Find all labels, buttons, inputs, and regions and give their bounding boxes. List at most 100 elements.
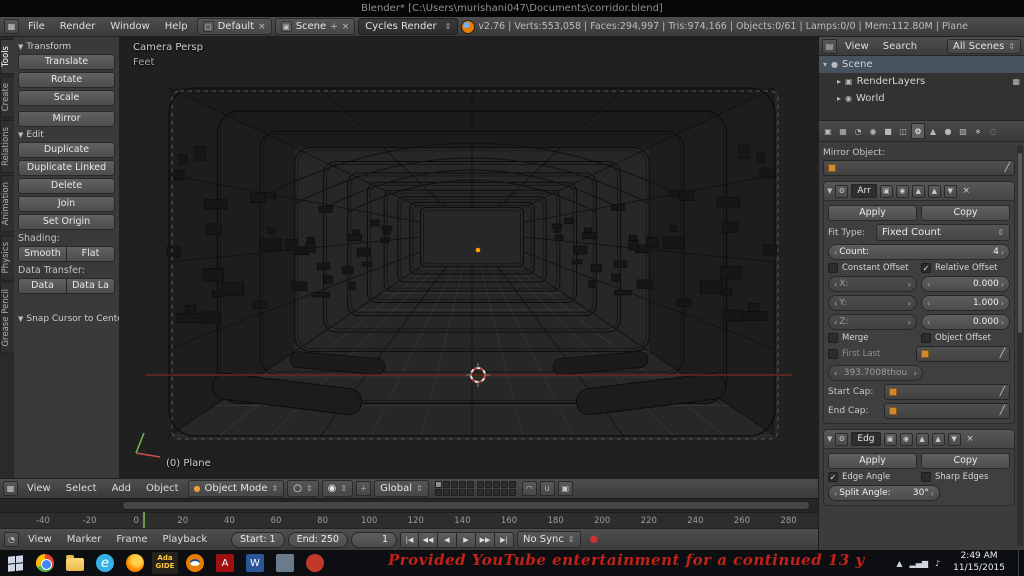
editor-type-icon[interactable]: ◔ [4, 532, 19, 547]
properties-scrollbar[interactable] [1017, 145, 1023, 546]
tab-renderlayers-icon[interactable]: ▦ [836, 123, 850, 139]
scale-button[interactable]: Scale [18, 90, 115, 106]
menu-select[interactable]: Select [60, 483, 103, 494]
timeline-ruler[interactable]: -40-200204060801001201401601802002202402… [0, 512, 818, 528]
viewport-visibility-icon[interactable]: ◉ [900, 433, 913, 446]
expand-triangle-icon[interactable]: ▸ [837, 94, 841, 103]
outliner-display-select[interactable]: All Scenes ⇕ [947, 39, 1021, 54]
tab-animation[interactable]: Animation [0, 175, 14, 232]
set-origin-select[interactable]: Set Origin [18, 214, 115, 230]
menu-help[interactable]: Help [159, 21, 194, 32]
layer-toggle[interactable] [451, 481, 458, 488]
merge-checkbox[interactable]: Merge [828, 333, 917, 343]
current-frame-indicator[interactable] [143, 512, 145, 528]
count-field[interactable]: ‹ Count: 4 › [828, 244, 1010, 260]
split-angle-field[interactable]: ‹ Split Angle: 30° › [828, 485, 940, 501]
mirror-button[interactable]: Mirror [18, 111, 115, 127]
rotate-button[interactable]: Rotate [18, 72, 115, 88]
apply-button[interactable]: Apply [828, 453, 917, 469]
tab-physics-icon[interactable]: ◌ [986, 123, 1000, 139]
translate-button[interactable]: Translate [18, 54, 115, 70]
tray-expand-icon[interactable]: ▲ [896, 559, 902, 568]
menu-search[interactable]: Search [877, 41, 923, 52]
duplicate-linked-button[interactable]: Duplicate Linked [18, 160, 115, 176]
file-explorer-icon[interactable] [62, 552, 88, 574]
frame-start-field[interactable]: Start: 1 [231, 532, 284, 548]
sync-select[interactable]: No Sync ⇕ [517, 531, 581, 548]
word-icon[interactable]: W [242, 552, 268, 574]
tab-texture-icon[interactable]: ▨ [956, 123, 970, 139]
snap-panel-header[interactable]: ▼ Snap Cursor to Center [18, 314, 115, 324]
app-icon-2[interactable] [302, 552, 328, 574]
snap-magnet-icon[interactable]: ∪ [540, 481, 555, 496]
outliner-row-world[interactable]: ▸ ◉ World [819, 90, 1024, 107]
prev-keyframe-button[interactable]: ◀◀ [419, 532, 438, 548]
modifier-name-field[interactable]: Arr [851, 184, 876, 198]
menu-view[interactable]: View [22, 534, 58, 545]
relative-y-field[interactable]: ‹1.000› [921, 295, 1010, 311]
flat-button[interactable]: Flat [67, 246, 115, 262]
end-cap-field[interactable]: ╱ [884, 403, 1010, 419]
blender-icon[interactable] [182, 552, 208, 574]
tab-render-icon[interactable]: ▣ [821, 123, 835, 139]
current-frame-field[interactable]: 1 [351, 532, 397, 548]
relative-x-field[interactable]: ‹0.000› [921, 276, 1010, 292]
render-engine-select[interactable]: Cycles Render ⇕ [358, 18, 458, 35]
render-toggle-icon[interactable]: ▦ [1012, 77, 1020, 86]
tab-object-icon[interactable]: ■ [881, 123, 895, 139]
expand-triangle-icon[interactable]: ▸ [837, 77, 841, 86]
viewport-visibility-icon[interactable]: ◉ [896, 185, 909, 198]
tab-modifiers-icon[interactable]: ⚙ [911, 123, 925, 139]
layer-toggle[interactable] [459, 481, 466, 488]
next-keyframe-button[interactable]: ▶▶ [476, 532, 495, 548]
network-icon[interactable]: ▂▄▆ [910, 559, 928, 568]
copy-button[interactable]: Copy [921, 453, 1010, 469]
menu-view[interactable]: View [839, 41, 875, 52]
edge-angle-checkbox[interactable]: ✓ Edge Angle [828, 472, 917, 482]
tab-physics[interactable]: Physics [0, 235, 14, 280]
jump-start-button[interactable]: |◀ [400, 532, 419, 548]
add-icon[interactable]: + [330, 22, 338, 32]
layer-toggle[interactable] [501, 481, 508, 488]
apply-button[interactable]: Apply [828, 205, 917, 221]
tab-scene-icon[interactable]: ◔ [851, 123, 865, 139]
tab-world-icon[interactable]: ◉ [866, 123, 880, 139]
chrome-icon[interactable] [32, 552, 58, 574]
edgesplit-modifier-header[interactable]: ▼ ⚙ Edg ▣ ◉ ▲ ▲ ▼ × [824, 430, 1014, 449]
menu-file[interactable]: File [22, 21, 51, 32]
app-icon-1[interactable] [272, 552, 298, 574]
tab-relations[interactable]: Relations [0, 120, 14, 173]
tab-grease-pencil[interactable]: Grease Pencil [0, 282, 14, 354]
viewport-hscrollbar[interactable] [0, 498, 818, 512]
screen-layout-selector[interactable]: ▢ Default × [197, 18, 272, 35]
frame-end-field[interactable]: End: 250 [288, 532, 348, 548]
scene-selector[interactable]: ▣ Scene + × [275, 18, 356, 35]
layer-toggle[interactable] [501, 489, 508, 496]
manipulator-translate-icon[interactable]: + [356, 481, 371, 496]
render-visibility-icon[interactable]: ▣ [884, 433, 897, 446]
menu-frame[interactable]: Frame [110, 534, 153, 545]
fit-type-select[interactable]: Fixed Count ⇕ [876, 224, 1010, 241]
play-button[interactable]: ▶ [457, 532, 476, 548]
mirror-object-field[interactable]: ╱ [823, 160, 1015, 176]
lock-icon[interactable]: ◠ [522, 481, 537, 496]
eyedropper-icon[interactable]: ╱ [1000, 387, 1005, 397]
duplicate-button[interactable]: Duplicate [18, 142, 115, 158]
layer-toggle[interactable] [451, 489, 458, 496]
render-opengl-icon[interactable]: ▣ [558, 481, 573, 496]
edit-panel-header[interactable]: ▼ Edit [18, 130, 115, 140]
close-icon[interactable]: × [960, 185, 973, 198]
layer-toggle[interactable] [477, 489, 484, 496]
layer-toggle[interactable] [493, 489, 500, 496]
pivot-select[interactable]: ◉ ⇕ [322, 480, 353, 497]
eyedropper-icon[interactable]: ╱ [1000, 406, 1005, 416]
data-layout-button[interactable]: Data La [67, 278, 115, 294]
layer-toggle[interactable] [509, 489, 516, 496]
outliner-row-scene[interactable]: ▾ ● Scene [819, 56, 1024, 73]
constant-offset-checkbox[interactable]: Constant Offset [828, 263, 917, 273]
layer-toggle[interactable] [467, 489, 474, 496]
layer-toggle[interactable] [443, 489, 450, 496]
first-last-checkbox[interactable]: First Last [828, 349, 912, 359]
menu-render[interactable]: Render [54, 21, 102, 32]
editor-type-icon[interactable]: ▤ [822, 39, 837, 54]
